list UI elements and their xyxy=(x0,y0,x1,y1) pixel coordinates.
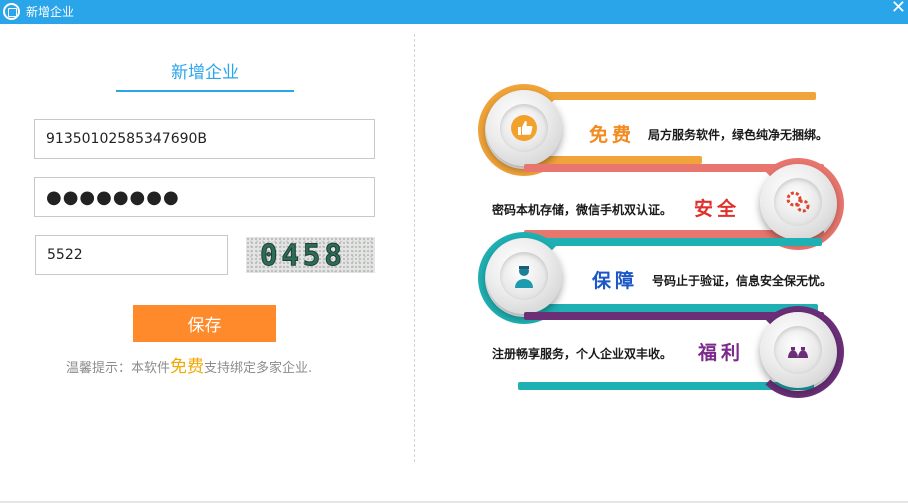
feature-desc-3: 号码止于验证，信息安全保无忧。 xyxy=(652,274,833,288)
feature-bar-3-top xyxy=(522,238,822,246)
feature-bar-1-top xyxy=(522,92,816,100)
money-bags-icon xyxy=(774,326,822,374)
feature-bar-3-bottom xyxy=(522,304,818,312)
tip-highlight: 免费 xyxy=(170,357,205,377)
app-icon xyxy=(3,3,20,20)
support-agent-icon xyxy=(500,252,548,300)
tip-text: 温馨提示：本软件免费支持绑定多家企业. xyxy=(66,352,312,377)
captcha-code-text: 0458 xyxy=(260,238,346,273)
credit-code-input[interactable] xyxy=(34,119,375,159)
close-icon[interactable]: ✕ xyxy=(891,0,906,18)
feature-title-4: 福利 xyxy=(698,342,745,364)
password-input[interactable] xyxy=(34,177,375,217)
captcha-input[interactable] xyxy=(35,235,228,275)
heading-underline xyxy=(116,90,294,92)
feature-badge-1 xyxy=(486,90,562,166)
feature-desc-1: 局方服务软件，绿色纯净无捆绑。 xyxy=(648,128,829,142)
tip-prefix: 温馨提示：本软件 xyxy=(66,361,171,376)
feature-desc-4: 注册畅享服务，个人企业双丰收。 xyxy=(492,347,673,361)
tip-suffix: 支持绑定多家企业. xyxy=(204,361,313,376)
dashed-divider xyxy=(414,34,415,462)
feature-badge-2 xyxy=(760,164,836,240)
thumbs-up-icon xyxy=(500,104,548,152)
gears-icon xyxy=(774,178,822,226)
feature-title-3: 保障 xyxy=(592,270,639,292)
feature-badge-4 xyxy=(760,312,836,388)
features-infographic: 免费 局方服务软件，绿色纯净无捆绑。 密码本机存储，微信手机双认证。 安全 保障… xyxy=(470,84,900,450)
captcha-image[interactable]: 0458 xyxy=(246,237,375,273)
feature-desc-2: 密码本机存储，微信手机双认证。 xyxy=(492,203,673,217)
window-title: 新增企业 xyxy=(26,5,75,19)
title-bar: 新增企业 ✕ xyxy=(0,0,908,24)
feature-badge-3 xyxy=(486,238,562,314)
new-company-window: 新增企业 ✕ 新增企业 0458 保存 温馨提示：本软件免费支持绑定多家企业. … xyxy=(0,0,908,503)
form-heading: 新增企业 xyxy=(171,63,239,83)
feature-title-1: 免费 xyxy=(589,124,636,146)
save-button[interactable]: 保存 xyxy=(133,305,276,342)
feature-title-2: 安全 xyxy=(694,198,741,220)
